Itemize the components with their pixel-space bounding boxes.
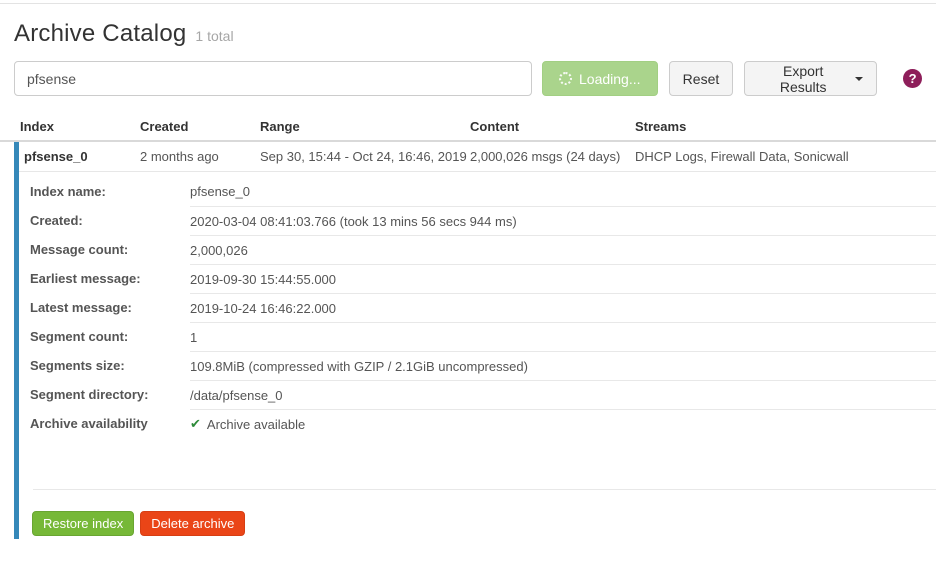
detail-label: Latest message: <box>30 300 132 315</box>
availability-text: Archive available <box>206 416 306 432</box>
detail-label: Segments size: <box>30 358 125 373</box>
detail-row-archive-availability: Archive availability ✔ Archive available <box>19 409 936 438</box>
detail-label: Segment directory: <box>30 387 149 402</box>
detail-row-index-name: Index name: pfsense_0 <box>19 177 936 206</box>
detail-value: 2019-10-24 16:46:22.000 <box>190 293 936 322</box>
column-header-range: Range <box>260 119 300 134</box>
table-header-row: Index Created Range Content Streams <box>0 113 936 142</box>
loading-button-label: Loading... <box>579 70 641 87</box>
details-spacer <box>19 438 936 489</box>
detail-value: 1 <box>190 322 936 351</box>
delete-archive-button[interactable]: Delete archive <box>140 511 246 536</box>
row-index-name: pfsense_0 <box>24 149 88 164</box>
detail-row-created: Created: 2020-03-04 08:41:03.766 (took 1… <box>19 206 936 235</box>
detail-row-segment-directory: Segment directory: /data/pfsense_0 <box>19 380 936 409</box>
restore-index-button[interactable]: Restore index <box>32 511 135 536</box>
page-header: Archive Catalog 1 total <box>0 4 936 48</box>
detail-label: Segment count: <box>30 329 129 344</box>
detail-row-earliest-message: Earliest message: 2019-09-30 15:44:55.00… <box>19 264 936 293</box>
total-count-badge: 1 total <box>195 28 234 44</box>
check-icon: ✔ <box>190 416 201 431</box>
entry-actions: Restore index Delete archive <box>19 490 936 539</box>
detail-value: 109.8MiB (compressed with GZIP / 2.1GiB … <box>190 351 936 380</box>
detail-value: pfsense_0 <box>190 184 250 199</box>
detail-row-latest-message: Latest message: 2019-10-24 16:46:22.000 <box>19 293 936 322</box>
spinner-icon <box>559 72 573 85</box>
detail-label: Index name: <box>30 184 106 199</box>
detail-value: /data/pfsense_0 <box>190 380 936 409</box>
detail-row-segment-count: Segment count: 1 <box>19 322 936 351</box>
row-range: Sep 30, 15:44 - Oct 24, 16:46, 2019 <box>260 149 467 164</box>
detail-label: Created: <box>30 213 83 228</box>
detail-label: Archive availability <box>30 416 148 431</box>
help-icon[interactable]: ? <box>903 69 922 88</box>
column-header-created: Created <box>140 119 189 134</box>
row-streams: DHCP Logs, Firewall Data, Sonicwall <box>635 149 849 164</box>
archive-entry: pfsense_0 2 months ago Sep 30, 15:44 - O… <box>14 142 936 539</box>
column-header-streams: Streams <box>635 119 687 134</box>
detail-value: 2020-03-04 08:41:03.766 (took 13 mins 56… <box>190 206 936 235</box>
detail-value: ✔ Archive available <box>190 409 936 438</box>
delete-button-label: Delete archive <box>151 516 235 531</box>
search-toolbar: Loading... Reset Export Results ? <box>14 61 922 96</box>
detail-value: 2,000,026 <box>190 235 936 264</box>
export-button-label: Export Results <box>779 62 827 95</box>
detail-row-segments-size: Segments size: 109.8MiB (compressed with… <box>19 351 936 380</box>
detail-row-message-count: Message count: 2,000,026 <box>19 235 936 264</box>
archive-details: Index name: pfsense_0 Created: 2020-03-0… <box>19 172 936 438</box>
caret-down-icon <box>855 76 864 81</box>
detail-label: Earliest message: <box>30 271 141 286</box>
row-created: 2 months ago <box>140 149 219 164</box>
reset-button[interactable]: Reset <box>668 61 734 96</box>
table-row[interactable]: pfsense_0 2 months ago Sep 30, 15:44 - O… <box>19 142 936 172</box>
page-title: Archive Catalog <box>14 20 187 47</box>
loading-button[interactable]: Loading... <box>541 61 658 96</box>
restore-button-label: Restore index <box>43 516 124 531</box>
detail-label: Message count: <box>30 242 129 257</box>
detail-value: 2019-09-30 15:44:55.000 <box>190 264 936 293</box>
export-results-button[interactable]: Export Results <box>744 61 878 96</box>
search-input[interactable] <box>14 61 532 96</box>
column-header-index: Index <box>20 119 54 134</box>
reset-button-label: Reset <box>682 70 720 87</box>
row-content: 2,000,026 msgs (24 days) <box>470 149 621 164</box>
column-header-content: Content <box>470 119 520 134</box>
